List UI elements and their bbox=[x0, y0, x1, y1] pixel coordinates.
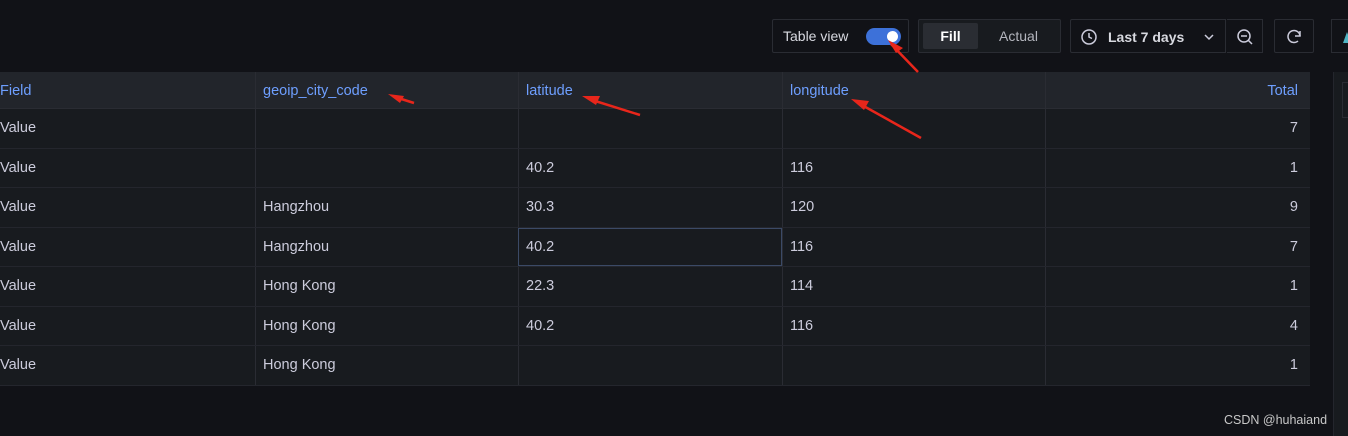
cell-total: 1 bbox=[1045, 346, 1310, 385]
table-view-toggle[interactable]: Table view bbox=[772, 19, 909, 53]
column-header-latitude[interactable]: latitude bbox=[518, 72, 782, 108]
cell-total: 1 bbox=[1045, 148, 1310, 187]
watermark: CSDN @huhaiand bbox=[1224, 413, 1328, 427]
cell-longitude: 116 bbox=[782, 148, 1045, 187]
table-row: Value Hangzhou 40.2 116 7 bbox=[0, 227, 1310, 267]
cell-field: Value bbox=[0, 238, 37, 255]
column-header-field[interactable]: Field bbox=[0, 72, 255, 108]
cell-city bbox=[255, 148, 518, 187]
clock-icon bbox=[1080, 28, 1098, 49]
cell-field: Value bbox=[0, 159, 37, 176]
table-row: Value 7 bbox=[0, 109, 1310, 149]
data-table: Field geoip_city_code latitude longitude… bbox=[0, 72, 1310, 386]
cell-latitude-focused[interactable]: 40.2 bbox=[518, 227, 782, 266]
zoom-out-icon bbox=[1237, 29, 1253, 45]
app-logo-partial[interactable] bbox=[1331, 19, 1348, 53]
cell-field: Value bbox=[0, 199, 37, 215]
column-header-total[interactable]: Total bbox=[1045, 72, 1310, 108]
cell-longitude bbox=[782, 109, 1045, 148]
cell-latitude: 40.2 bbox=[518, 306, 782, 345]
table-row: Value Hong Kong 1 bbox=[0, 346, 1310, 386]
fill-actual-toggle: Fill Actual bbox=[918, 19, 1061, 53]
cell-total: 9 bbox=[1045, 188, 1310, 227]
cell-total: 4 bbox=[1045, 306, 1310, 345]
cell-field: Value bbox=[0, 357, 37, 373]
side-panel-edge bbox=[1333, 72, 1348, 436]
cell-latitude: 22.3 bbox=[518, 267, 782, 306]
cell-latitude bbox=[518, 109, 782, 148]
cell-longitude: 114 bbox=[782, 267, 1045, 306]
table-row: Value 40.2 116 1 bbox=[0, 148, 1310, 188]
cell-field: Value bbox=[0, 120, 37, 136]
cell-latitude: 40.2 bbox=[518, 148, 782, 187]
cell-longitude: 116 bbox=[782, 227, 1045, 266]
cell-city bbox=[255, 109, 518, 148]
cell-city: Hangzhou bbox=[255, 227, 518, 266]
time-range-label: Last 7 days bbox=[1108, 29, 1185, 45]
side-panel-box bbox=[1342, 82, 1348, 118]
logo-icon bbox=[1343, 32, 1348, 43]
zoom-out-button[interactable] bbox=[1227, 19, 1263, 53]
cell-longitude bbox=[782, 346, 1045, 385]
cell-total: 7 bbox=[1045, 227, 1310, 266]
fill-button[interactable]: Fill bbox=[923, 23, 978, 49]
cell-field: Value bbox=[0, 278, 37, 294]
cell-longitude: 120 bbox=[782, 188, 1045, 227]
chevron-down-icon bbox=[1203, 30, 1215, 46]
cell-latitude: 30.3 bbox=[518, 188, 782, 227]
cell-latitude bbox=[518, 346, 782, 385]
actual-button[interactable]: Actual bbox=[981, 23, 1056, 49]
table-view-label: Table view bbox=[783, 28, 849, 44]
table-row: Value Hong Kong 40.2 116 4 bbox=[0, 306, 1310, 346]
cell-longitude: 116 bbox=[782, 306, 1045, 345]
cell-total: 1 bbox=[1045, 267, 1310, 306]
refresh-icon bbox=[1287, 29, 1301, 44]
cell-city: Hangzhou bbox=[255, 188, 518, 227]
table-row: Value Hong Kong 22.3 114 1 bbox=[0, 267, 1310, 307]
table-view-switch[interactable] bbox=[866, 28, 901, 45]
panel-toolbar: Table view Fill Actual Last 7 days bbox=[0, 0, 1348, 72]
cell-total: 7 bbox=[1045, 109, 1310, 148]
cell-city: Hong Kong bbox=[255, 267, 518, 306]
cell-city: Hong Kong bbox=[255, 306, 518, 345]
table-row: Value Hangzhou 30.3 120 9 bbox=[0, 188, 1310, 228]
table-header-row: Field geoip_city_code latitude longitude… bbox=[0, 72, 1310, 109]
column-header-longitude[interactable]: longitude bbox=[782, 72, 1045, 108]
refresh-button[interactable] bbox=[1274, 19, 1314, 53]
cell-city: Hong Kong bbox=[255, 346, 518, 385]
column-header-geoip-city-code[interactable]: geoip_city_code bbox=[255, 72, 518, 108]
switch-knob bbox=[887, 31, 898, 42]
cell-field: Value bbox=[0, 317, 37, 334]
time-range-picker[interactable]: Last 7 days bbox=[1070, 19, 1226, 53]
